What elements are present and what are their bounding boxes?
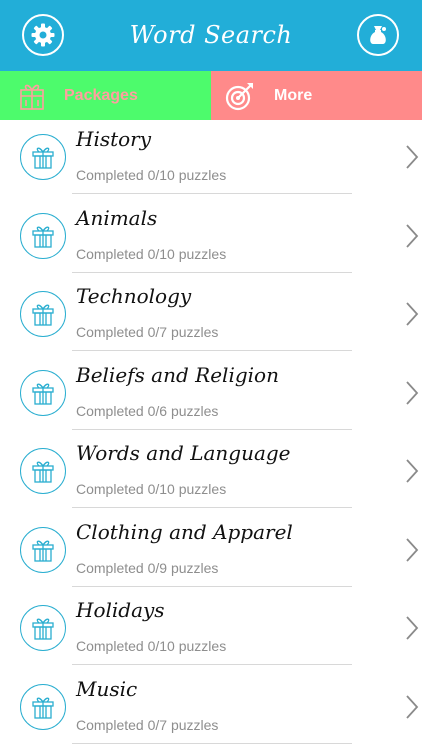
package-status: Completed 0/10 puzzles [76, 167, 227, 183]
list-item[interactable]: Clothing and Apparel Completed 0/9 puzzl… [0, 513, 422, 592]
package-status: Completed 0/10 puzzles [76, 638, 227, 654]
tab-packages-label: Packages [64, 87, 138, 104]
list-item[interactable]: Music Completed 0/7 puzzles [0, 670, 422, 749]
tab-more-label: More [274, 87, 313, 104]
package-title: Words and Language [76, 441, 291, 465]
package-list: History Completed 0/10 puzzles Animals C… [0, 120, 422, 748]
settings-button[interactable] [22, 14, 64, 56]
package-status: Completed 0/7 puzzles [76, 324, 219, 340]
row-divider [72, 350, 352, 351]
package-title: Music [76, 676, 138, 701]
list-item[interactable]: Beliefs and Religion Completed 0/6 puzzl… [0, 356, 422, 435]
store-button[interactable] [357, 14, 399, 56]
row-divider [72, 585, 352, 587]
row-divider [72, 428, 352, 430]
row-divider [72, 507, 352, 508]
gift-icon [20, 605, 66, 651]
package-title: Holidays [76, 598, 165, 622]
gift-icon [20, 369, 66, 416]
gift-icon [20, 683, 66, 730]
gift-icon [20, 212, 66, 259]
package-title: Animals [76, 205, 158, 230]
package-status: Completed 0/9 puzzles [76, 559, 219, 576]
package-status: Completed 0/10 puzzles [76, 481, 227, 497]
gift-icon [20, 526, 66, 573]
package-status: Completed 0/6 puzzles [76, 402, 219, 419]
tab-packages[interactable]: Packages [0, 71, 211, 120]
gift-icon [20, 291, 66, 337]
header-bar: Word Search [0, 0, 422, 71]
packages-icon [20, 84, 44, 110]
list-item[interactable]: Words and Language Completed 0/10 puzzle… [0, 434, 422, 513]
list-item[interactable]: Technology Completed 0/7 puzzles [0, 277, 422, 356]
list-item[interactable]: Holidays Completed 0/10 puzzles [0, 591, 422, 670]
row-divider [72, 271, 352, 273]
package-title: History [76, 127, 152, 151]
chevron-right-icon [406, 223, 419, 248]
gear-icon [31, 23, 55, 47]
chevron-right-icon [406, 380, 419, 405]
row-divider [72, 664, 352, 665]
gift-icon [20, 134, 66, 180]
row-divider [72, 193, 352, 194]
app-screen: Word Search Packages More History Comple… [0, 0, 422, 750]
list-item[interactable]: Animals Completed 0/10 puzzles [0, 199, 422, 278]
package-title: Clothing and Apparel [76, 519, 293, 544]
list-item[interactable]: History Completed 0/10 puzzles [0, 120, 422, 199]
package-status: Completed 0/10 puzzles [76, 245, 227, 262]
tab-bar: Packages More [0, 71, 422, 120]
chevron-right-icon [406, 302, 419, 326]
target-icon [225, 83, 253, 111]
chevron-right-icon [406, 459, 419, 483]
chevron-right-icon [406, 537, 419, 562]
package-title: Technology [76, 284, 192, 308]
row-divider [72, 742, 352, 744]
chevron-right-icon [406, 145, 419, 169]
tab-more[interactable]: More [211, 71, 422, 120]
chevron-right-icon [406, 694, 419, 719]
gift-icon [20, 448, 66, 494]
package-title: Beliefs and Religion [76, 362, 279, 387]
package-status: Completed 0/7 puzzles [76, 716, 219, 733]
chevron-right-icon [406, 616, 419, 640]
coin-bag-icon [370, 26, 386, 44]
